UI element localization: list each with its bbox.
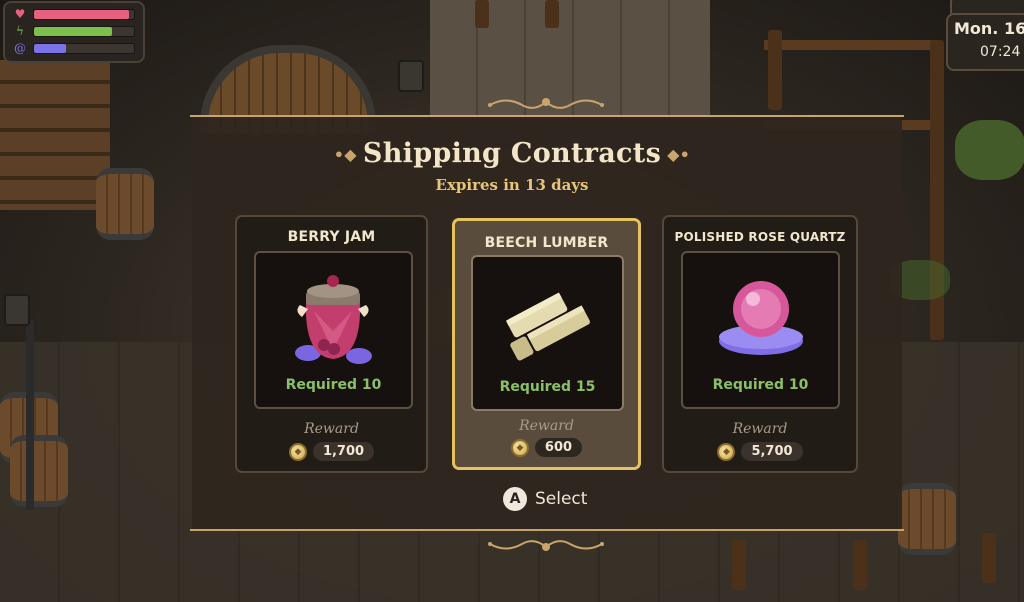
fence-post <box>475 0 489 28</box>
health-row: ♥ <box>13 8 135 20</box>
reward-label: Reward <box>304 421 359 437</box>
panel-bottom-border <box>190 529 904 531</box>
date-time-widget: Mon. 16 07:24 <box>946 13 1024 71</box>
a-button-icon[interactable]: A <box>503 487 527 511</box>
magic-bar-fill <box>34 43 66 53</box>
reward-value: 600 <box>534 438 583 457</box>
reward-value: 5,700 <box>741 442 803 461</box>
reward-label: Reward <box>519 418 574 434</box>
magic-row: @ <box>13 42 135 54</box>
barrel <box>10 435 68 507</box>
magic-bar <box>33 42 135 54</box>
reward-label: Reward <box>732 421 788 437</box>
heart-icon: ♥ <box>14 7 26 21</box>
lightning-icon: ϟ <box>16 24 24 38</box>
berry-jam-jar-icon <box>295 275 372 364</box>
swirl-icon: @ <box>14 41 26 55</box>
fence-post <box>982 533 996 583</box>
contract-image-box: Required 10 <box>254 251 413 409</box>
bottom-flourish-icon <box>488 540 604 551</box>
reward-row: ◆ 600 <box>455 438 638 457</box>
coin-icon: ◆ <box>288 442 307 461</box>
required-quantity: Required 10 <box>712 377 809 393</box>
reward-value: 1,700 <box>312 442 375 461</box>
expires-label: Expires in 13 days <box>435 176 589 194</box>
time-label: 07:24 <box>980 44 1021 60</box>
select-prompt[interactable]: A Select <box>503 487 587 511</box>
fence-post <box>768 30 782 110</box>
contract-name: BERRY JAM <box>287 229 376 245</box>
fence-post <box>732 540 746 590</box>
contract-image-box: Required 10 <box>681 251 840 409</box>
health-bar <box>33 8 135 20</box>
contract-image-box: Required 15 <box>471 255 624 411</box>
dialog-title-row: •◆ Shipping Contracts ◆• <box>0 138 1024 169</box>
reward-row: ◆ 1,700 <box>237 442 426 461</box>
rose-quartz-orb-icon <box>719 281 803 355</box>
player-status-hud: ♥ ϟ @ <box>3 1 145 63</box>
stamina-bar-fill <box>34 26 112 36</box>
top-flourish-icon <box>488 98 604 109</box>
fence-post <box>545 0 559 28</box>
ornament-right-icon: ◆• <box>667 145 691 164</box>
lamp-post <box>26 320 34 510</box>
select-label: Select <box>535 489 588 509</box>
contract-card-polished-rose-quartz[interactable]: POLISHED ROSE QUARTZ Required 10 Reward … <box>662 215 858 473</box>
required-quantity: Required 15 <box>499 379 596 395</box>
reward-row: ◆ 5,700 <box>664 442 856 461</box>
stamina-row: ϟ <box>13 25 135 37</box>
dialog-title: Shipping Contracts <box>362 138 662 169</box>
barrel <box>898 483 956 555</box>
coin-icon: ◆ <box>717 442 736 461</box>
lantern-icon <box>398 60 424 92</box>
contract-name: BEECH LUMBER <box>484 235 609 251</box>
ornament-left-icon: •◆ <box>333 145 357 164</box>
health-bar-fill <box>34 9 129 19</box>
contract-name: POLISHED ROSE QUARTZ <box>674 230 846 244</box>
lumber-planks-icon <box>505 292 590 361</box>
coin-icon: ◆ <box>510 438 529 457</box>
stamina-bar <box>33 25 135 37</box>
lantern-icon <box>4 294 30 326</box>
day-label: Mon. 16 <box>954 19 1024 38</box>
required-quantity: Required 10 <box>285 377 382 393</box>
contract-card-berry-jam[interactable]: BERRY JAM Required 10 Reward ◆ 1,700 <box>235 215 428 473</box>
fence-post <box>853 540 867 590</box>
contract-card-beech-lumber[interactable]: BEECH LUMBER Required 15 Reward ◆ 600 <box>452 218 641 470</box>
